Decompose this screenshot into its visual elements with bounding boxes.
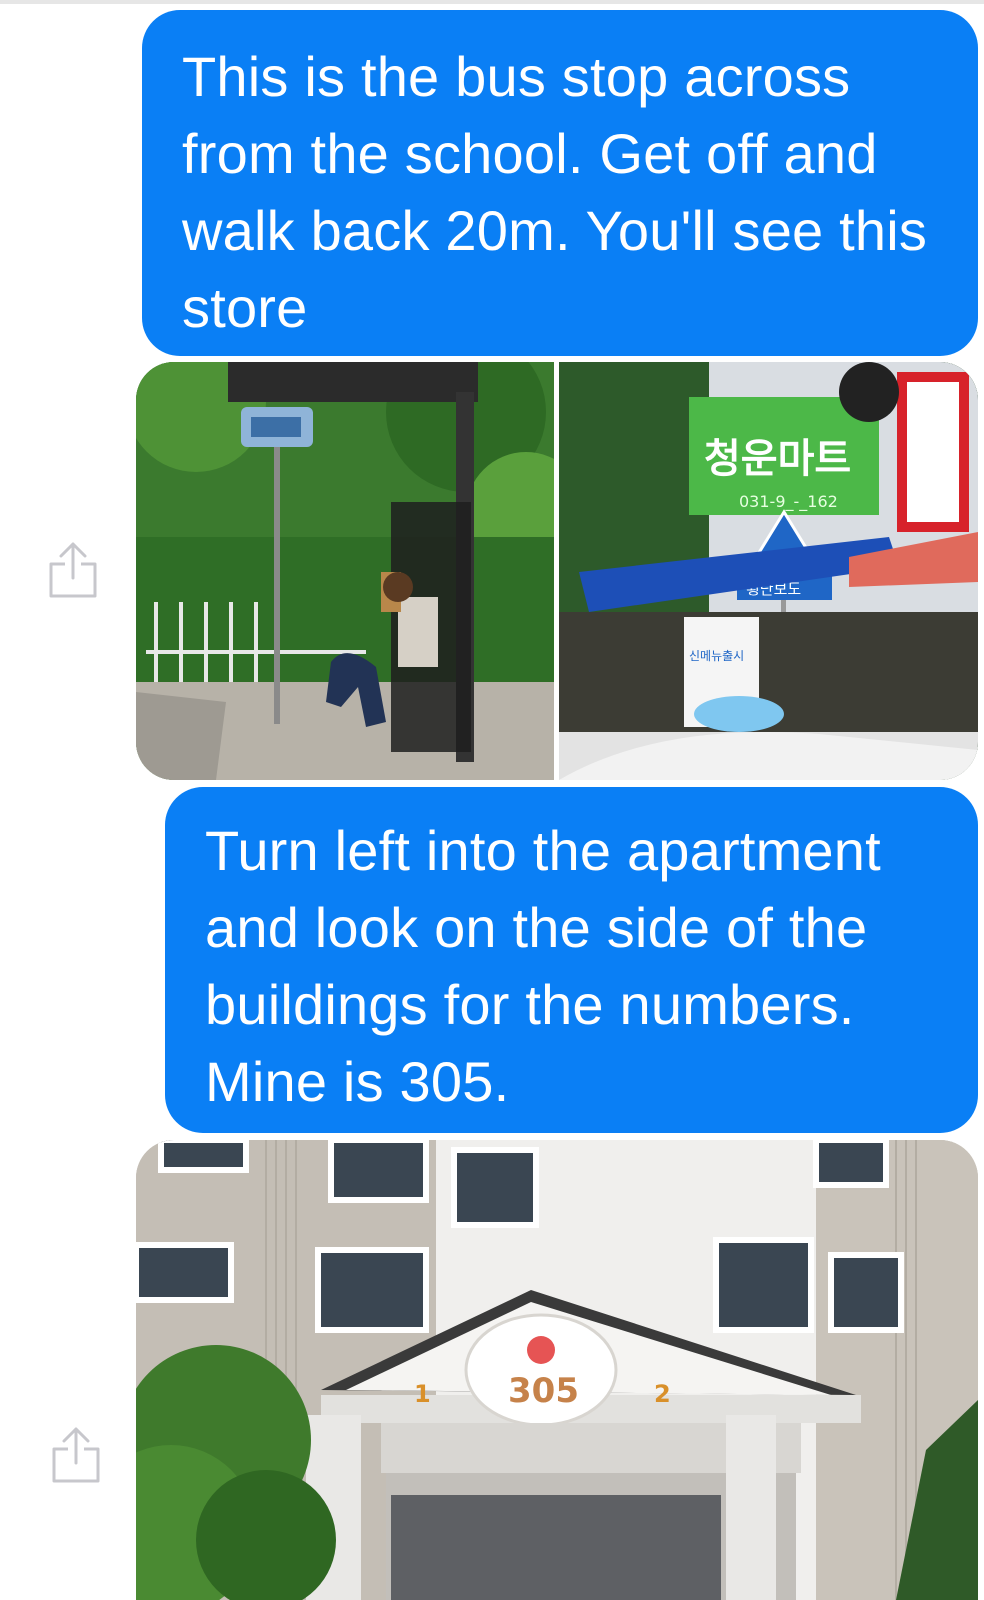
message-bubble-apartment[interactable]: Turn left into the apartment and look on… [165,787,978,1133]
building-number: 305 [508,1371,579,1411]
store-photo[interactable]: 청운마트 031-9_-_162 횡단보도 신메뉴출시 [559,362,978,780]
message-bubble-bus-stop[interactable]: This is the bus stop across from the sch… [142,10,978,356]
top-divider [0,0,984,4]
apartment-building-photo[interactable]: 305 1 2 [136,1140,978,1600]
poster-text: 신메뉴출시 [689,649,744,663]
store-sign-text: 청운마트 [704,436,851,482]
building-left-label: 1 [414,1380,431,1408]
share-icon[interactable] [50,1425,102,1485]
bus-stop-photo[interactable] [136,362,554,780]
building-right-label: 2 [654,1380,671,1408]
share-icon[interactable] [47,540,99,600]
store-phone-text: 031-9_-_162 [739,492,838,512]
